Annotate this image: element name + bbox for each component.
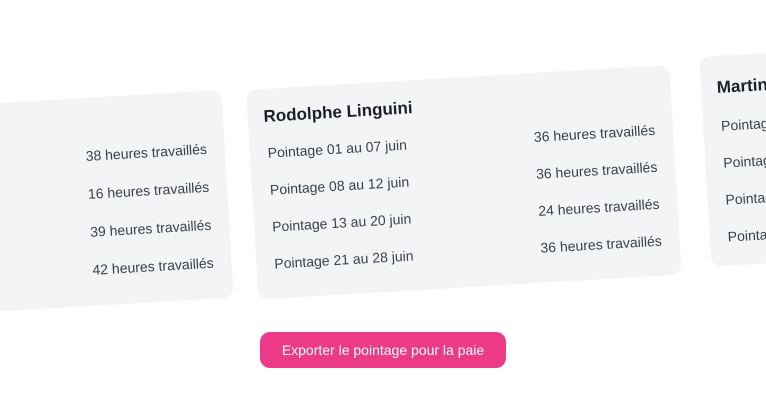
timesheet-row: 16 heures travaillés xyxy=(0,178,228,218)
timesheet-row: 38 heures travaillés xyxy=(0,140,226,180)
period-label: Pointage 21 au 28 juin xyxy=(273,247,414,272)
timesheet-row: Pointag xyxy=(705,136,766,176)
timesheet-row: 39 heures travaillés xyxy=(0,216,230,256)
timesheet-card[interactable]: Martin Pointage Pointag Pointag Pointa xyxy=(699,36,766,267)
hours-worked: 36 heures travaillés xyxy=(539,232,663,256)
timesheet-row: Pointage 21 au 28 juin 36 heures travail… xyxy=(256,232,680,277)
period-label: Pointage 01 au 07 juin xyxy=(267,136,408,161)
employee-name: Rodolphe Linguini xyxy=(263,98,414,126)
hours-worked: 36 heures travaillés xyxy=(533,121,656,145)
period-label: Pointag xyxy=(725,188,766,208)
timesheet-row: 42 heures travaillés xyxy=(0,254,232,294)
timesheet-row: Pointage 01 au 07 juin 36 heures travail… xyxy=(249,121,673,166)
timesheet-row: Pointage 13 au 20 juin 24 heures travail… xyxy=(254,195,678,240)
hours-worked: 42 heures travaillés xyxy=(91,254,215,278)
period-label: Pointage 08 au 12 juin xyxy=(269,173,410,198)
hours-worked: 24 heures travaillés xyxy=(537,195,660,219)
period-label: Pointa xyxy=(727,226,766,245)
hours-worked: 39 heures travaillés xyxy=(89,216,212,240)
employee-name: Martin xyxy=(716,74,766,97)
timesheet-row: Pointa xyxy=(709,210,766,250)
hours-worked: 38 heures travaillés xyxy=(85,140,208,164)
timesheet-row: Pointage xyxy=(703,99,766,139)
period-label: Pointage xyxy=(720,114,766,134)
timesheet-card[interactable]: Rodolphe Linguini Pointage 01 au 07 juin… xyxy=(246,64,682,300)
timesheet-row: Pointage 08 au 12 juin 36 heures travail… xyxy=(252,158,676,203)
timesheet-row: Pointag xyxy=(707,173,766,213)
period-label: Pointag xyxy=(722,151,766,171)
hours-worked: 16 heures travaillés xyxy=(87,178,210,202)
hours-worked: 36 heures travaillés xyxy=(535,158,658,182)
timesheet-card[interactable]: 38 heures travaillés 16 heures travaillé… xyxy=(0,89,234,318)
period-label: Pointage 13 au 20 juin xyxy=(271,210,412,235)
export-timesheet-button[interactable]: Exporter le pointage pour la paie xyxy=(260,332,506,368)
